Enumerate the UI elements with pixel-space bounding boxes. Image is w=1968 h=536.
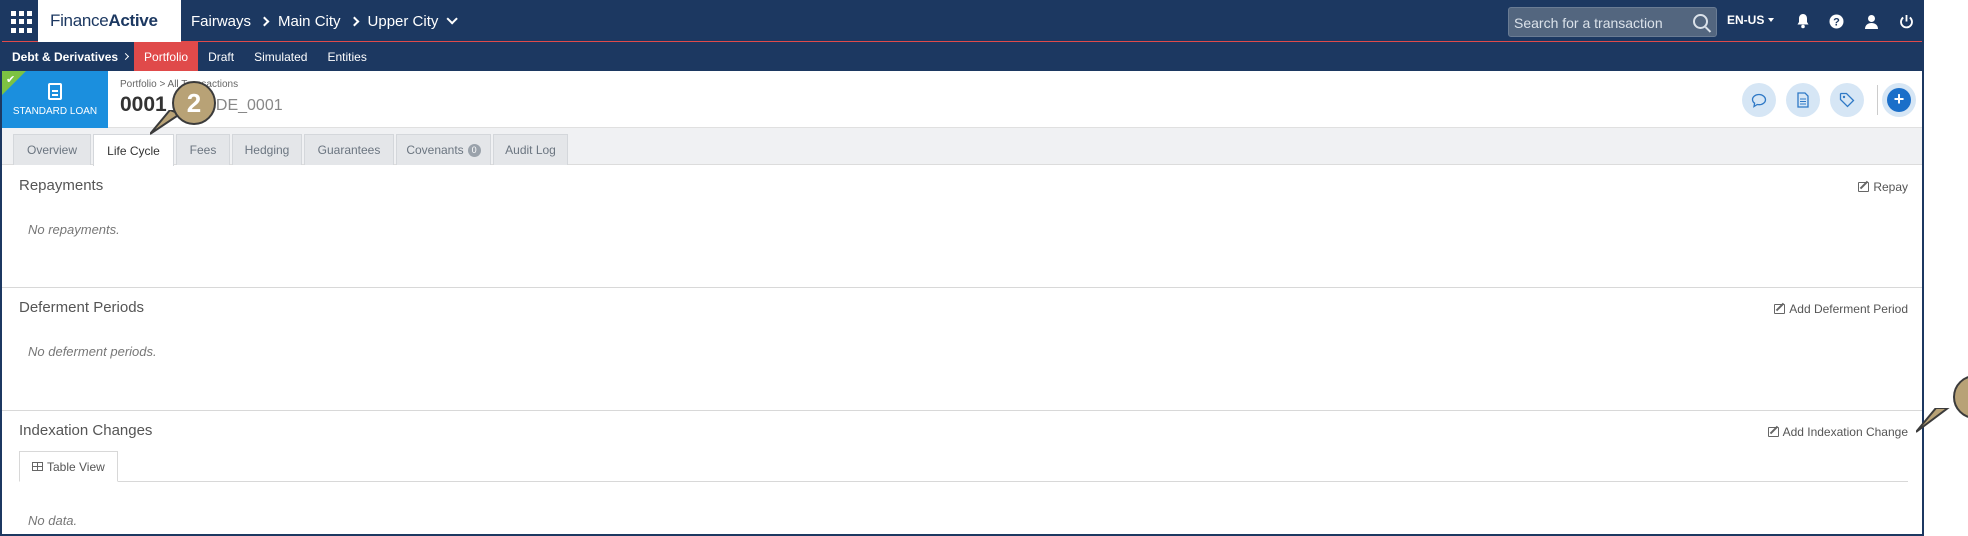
- tab-label: Guarantees: [317, 143, 381, 157]
- nav-portfolio[interactable]: Portfolio: [134, 42, 199, 71]
- tag-icon: [1839, 92, 1855, 108]
- logo-text-normal: Finance: [50, 11, 109, 30]
- tab-label: Fees: [189, 143, 217, 157]
- check-icon: ✔: [6, 74, 16, 86]
- empty-message: No deferment periods.: [28, 344, 157, 359]
- tab-label: Life Cycle: [107, 143, 160, 158]
- empty-message: No repayments.: [28, 222, 120, 237]
- chevron-right-icon: [122, 52, 130, 61]
- tag-button[interactable]: [1830, 83, 1864, 117]
- table-view-tab[interactable]: Table View: [19, 451, 118, 482]
- tab-covenants[interactable]: Covenants 0: [396, 134, 491, 165]
- add-deferment-period-button[interactable]: Add Deferment Period: [1774, 302, 1908, 316]
- nav-simulated[interactable]: Simulated: [244, 42, 317, 71]
- plus-icon: +: [1887, 88, 1911, 112]
- repay-button[interactable]: Repay: [1858, 180, 1908, 194]
- svg-text:?: ?: [1833, 16, 1840, 28]
- tab-guarantees[interactable]: Guarantees: [304, 134, 394, 165]
- subtab-divider: [19, 481, 1908, 482]
- edit-icon: [1767, 427, 1779, 437]
- help-icon[interactable]: ?: [1827, 12, 1845, 30]
- callout-tail: [1916, 408, 1950, 433]
- table-view-label: Table View: [47, 459, 105, 474]
- nav-draft[interactable]: Draft: [198, 42, 244, 71]
- breadcrumb-item[interactable]: Main City: [278, 13, 341, 30]
- comment-button[interactable]: [1742, 83, 1776, 117]
- file-icon: [1797, 92, 1809, 108]
- loan-type-badge: ✔ STANDARD LOAN: [2, 71, 108, 128]
- add-button[interactable]: +: [1882, 83, 1916, 117]
- tab-label: Covenants: [406, 143, 464, 157]
- entity-breadcrumb: Fairways Main City Upper City: [191, 0, 459, 42]
- breadcrumb-item[interactable]: Fairways: [191, 13, 251, 30]
- empty-message: No data.: [28, 513, 78, 528]
- transaction-header: ✔ STANDARD LOAN Portfolio > All Transact…: [2, 71, 1922, 128]
- comment-icon: [1751, 93, 1767, 108]
- tab-label: Audit Log: [505, 143, 556, 157]
- search-placeholder: Search for a transaction: [1514, 15, 1663, 31]
- tab-overview[interactable]: Overview: [13, 134, 91, 165]
- edit-icon: [1774, 304, 1786, 314]
- add-deferment-label: Add Deferment Period: [1789, 302, 1908, 316]
- edit-icon: [1858, 182, 1870, 192]
- top-bar: FinanceActive Fairways Main City Upper C…: [2, 0, 1922, 42]
- logo-text-bold: Active: [108, 11, 158, 30]
- loan-type-label: STANDARD LOAN: [12, 106, 98, 117]
- section-title: Indexation Changes: [19, 422, 153, 439]
- tab-bar: Overview Life Cycle Fees Hedging Guarant…: [2, 128, 1922, 166]
- tab-label: Overview: [26, 143, 77, 157]
- document-button[interactable]: [1786, 83, 1820, 117]
- deferment-periods-section: Deferment Periods Add Deferment Period N…: [2, 288, 1922, 411]
- tab-label: Hedging: [244, 143, 290, 157]
- add-indexation-change-button[interactable]: Add Indexation Change: [1767, 425, 1908, 439]
- breadcrumb-item[interactable]: Upper City: [368, 13, 439, 30]
- repay-label: Repay: [1873, 180, 1908, 194]
- nav-root-label: Debt & Derivatives: [12, 49, 119, 64]
- add-indexation-label: Add Indexation Change: [1782, 425, 1908, 439]
- chevron-right-icon: [259, 16, 270, 26]
- sub-navigation: Debt & Derivatives Portfolio Draft Simul…: [2, 42, 1922, 71]
- nav-debt-derivatives[interactable]: Debt & Derivatives: [2, 42, 134, 71]
- caret-down-icon: [1768, 18, 1775, 22]
- repayments-section: Repayments Repay No repayments.: [2, 165, 1922, 288]
- nav-entities[interactable]: Entities: [317, 42, 376, 71]
- callout-marker: 2: [172, 81, 216, 125]
- bell-icon[interactable]: [1794, 12, 1812, 30]
- logo[interactable]: FinanceActive: [38, 0, 196, 42]
- tab-audit-log[interactable]: Audit Log: [493, 134, 568, 165]
- indexation-changes-section: Indexation Changes Add Indexation Change…: [2, 411, 1922, 534]
- covenants-count-badge: 0: [467, 143, 481, 157]
- apps-grid-icon[interactable]: [8, 9, 34, 35]
- search-input[interactable]: Search for a transaction: [1508, 7, 1717, 37]
- app-window: FinanceActive Fairways Main City Upper C…: [0, 0, 1924, 536]
- language-label: EN-US: [1727, 13, 1765, 27]
- tab-hedging[interactable]: Hedging: [232, 134, 302, 165]
- document-icon: [48, 83, 62, 100]
- power-icon[interactable]: [1897, 12, 1915, 30]
- user-icon[interactable]: [1862, 12, 1880, 30]
- section-title: Repayments: [19, 177, 104, 194]
- language-selector[interactable]: EN-US: [1727, 13, 1775, 27]
- chevron-right-icon: [349, 16, 359, 26]
- header-divider: [1877, 85, 1878, 115]
- section-title: Deferment Periods: [19, 299, 145, 316]
- chevron-down-icon[interactable]: [446, 13, 459, 25]
- search-icon[interactable]: [1693, 14, 1708, 29]
- table-icon: [32, 462, 43, 471]
